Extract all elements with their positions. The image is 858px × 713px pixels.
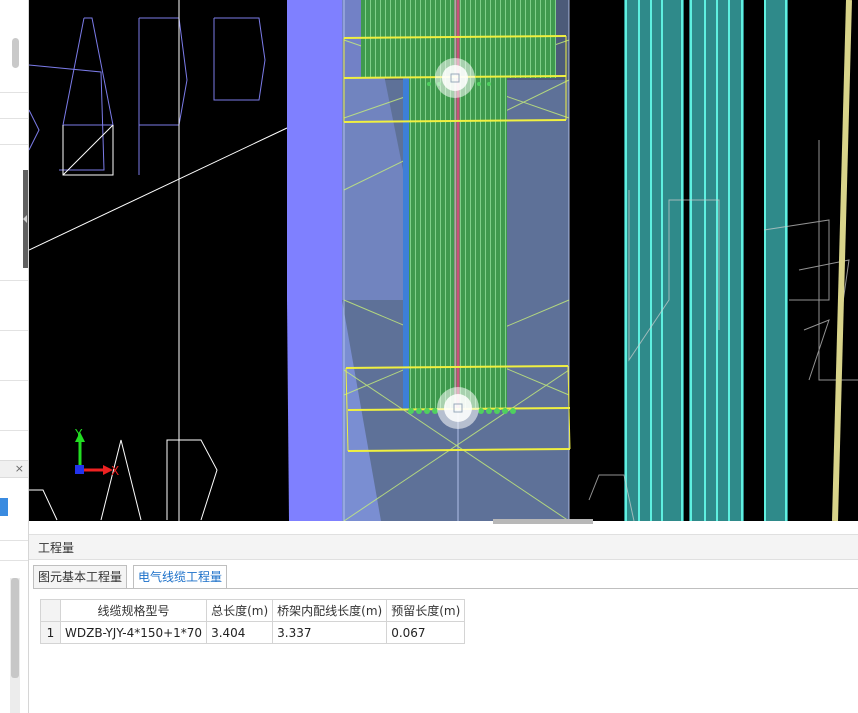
axis-y-label: Y [74,427,83,441]
app-window: × Y X 工程量 图元基本工程量 电气线缆工程量 线缆规格型号 总长度(m) … [0,0,858,713]
collapse-arrow-icon [23,215,27,223]
left-panel-divider [0,560,28,561]
left-side-panel: × [0,0,29,713]
cad-drawing[interactable]: Y X [29,0,858,521]
cad-text-outline-purple [29,17,266,175]
cable-quantity-table: 线缆规格型号 总长度(m) 桥架内配线长度(m) 预留长度(m) 1 WDZB-… [40,599,466,644]
cell-reserve-length[interactable]: 0.067 [386,621,466,644]
ucs-axis-indicator: Y X [74,427,119,478]
column-header-total-length[interactable]: 总长度(m) [206,599,274,622]
tab-divider [33,588,858,589]
grip-node-lower[interactable] [437,387,479,429]
panel-header: 工程量 [29,534,858,560]
scrollbar-thumb[interactable] [11,578,19,678]
row-index: 1 [40,621,61,644]
left-panel-divider [0,280,28,281]
left-panel-scrollbar[interactable] [12,38,19,68]
tab-electrical-cable-quantity[interactable]: 电气线缆工程量 [133,565,228,589]
tab-element-basic-quantity[interactable]: 图元基本工程量 [33,565,128,589]
table-corner-cell [40,599,61,622]
cad-text-outline-white [29,0,288,521]
left-panel-selected-item[interactable] [0,498,8,516]
cell-tray-length[interactable]: 3.337 [272,621,388,644]
left-panel-divider [0,118,28,119]
cable-tray-purple [287,0,342,300]
cell-total-length[interactable]: 3.404 [206,621,274,644]
left-panel-divider [0,430,28,431]
column-header-spec[interactable]: 线缆规格型号 [59,599,208,622]
close-icon[interactable]: × [15,461,24,477]
busbar-edge [403,78,409,410]
left-splitter-collapse[interactable] [23,170,28,268]
left-panel-divider [0,380,28,381]
left-panel-divider [0,330,28,331]
table-header-row: 线缆规格型号 总长度(m) 桥架内配线长度(m) 预留长度(m) [40,599,466,622]
cell-spec[interactable]: WDZB-YJY-4*150+1*70 [59,621,208,644]
left-panel-divider [0,92,28,93]
left-panel-lower-scrollbar[interactable] [10,578,20,713]
cad-viewport[interactable]: Y X [29,0,858,521]
left-panel-divider [0,540,28,541]
panel-title: 工程量 [38,541,75,555]
left-panel-divider [0,144,28,145]
column-header-tray-length[interactable]: 桥架内配线长度(m) [272,599,388,622]
axis-x-label: X [111,464,119,478]
left-panel-header: × [0,460,28,478]
grip-node-upper[interactable] [435,58,475,98]
table-row[interactable]: 1 WDZB-YJY-4*150+1*70 3.404 3.337 0.067 [40,621,466,644]
bus-duct-cyan [624,0,788,521]
quantity-panel: 工程量 图元基本工程量 电气线缆工程量 线缆规格型号 总长度(m) 桥架内配线长… [29,524,858,713]
column-header-reserve-length[interactable]: 预留长度(m) [386,599,466,622]
